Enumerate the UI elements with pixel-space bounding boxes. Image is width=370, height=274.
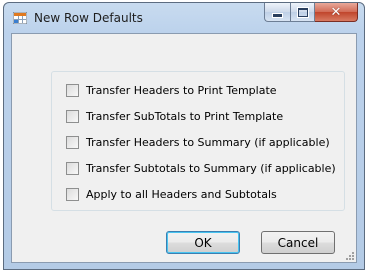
option-transfer-subtotals-summary[interactable]: Transfer Subtotals to Summary (if applic… xyxy=(66,160,336,176)
checkbox[interactable] xyxy=(66,161,79,175)
caption-buttons: ✕ xyxy=(264,3,358,23)
option-transfer-subtotals-print[interactable]: Transfer SubTotals to Print Template xyxy=(66,108,283,124)
option-apply-all[interactable]: Apply to all Headers and Subtotals xyxy=(66,186,277,202)
cancel-button[interactable]: Cancel xyxy=(261,231,335,254)
close-icon: ✕ xyxy=(330,4,342,20)
option-transfer-headers-print[interactable]: Transfer Headers to Print Template xyxy=(66,82,277,98)
dialog-body: Transfer Headers to Print Template Trans… xyxy=(11,33,357,263)
options-groupbox: Transfer Headers to Print Template Trans… xyxy=(51,71,345,211)
checkbox[interactable] xyxy=(66,109,79,123)
ok-button[interactable]: OK xyxy=(166,231,240,254)
option-label: Transfer SubTotals to Print Template xyxy=(86,109,284,123)
maximize-button[interactable] xyxy=(290,3,315,22)
option-label: Transfer Headers to Summary (if applicab… xyxy=(86,135,330,149)
minimize-button[interactable] xyxy=(264,3,290,22)
maximize-icon xyxy=(296,6,309,18)
close-button[interactable]: ✕ xyxy=(315,3,358,22)
minimize-icon xyxy=(272,12,283,18)
app-grid-icon xyxy=(13,12,27,24)
option-label: Apply to all Headers and Subtotals xyxy=(86,187,277,201)
resize-grip-icon[interactable] xyxy=(344,250,354,260)
checkbox[interactable] xyxy=(66,83,79,97)
option-transfer-headers-summary[interactable]: Transfer Headers to Summary (if applicab… xyxy=(66,134,330,150)
option-label: Transfer Subtotals to Summary (if applic… xyxy=(86,161,336,175)
dialog-window: New Row Defaults ✕ Transfer Headers to P… xyxy=(3,2,365,270)
checkbox[interactable] xyxy=(66,135,79,149)
option-label: Transfer Headers to Print Template xyxy=(86,83,277,97)
window-title: New Row Defaults xyxy=(34,11,143,25)
checkbox[interactable] xyxy=(66,187,79,201)
title-bar[interactable]: New Row Defaults ✕ xyxy=(4,3,364,33)
